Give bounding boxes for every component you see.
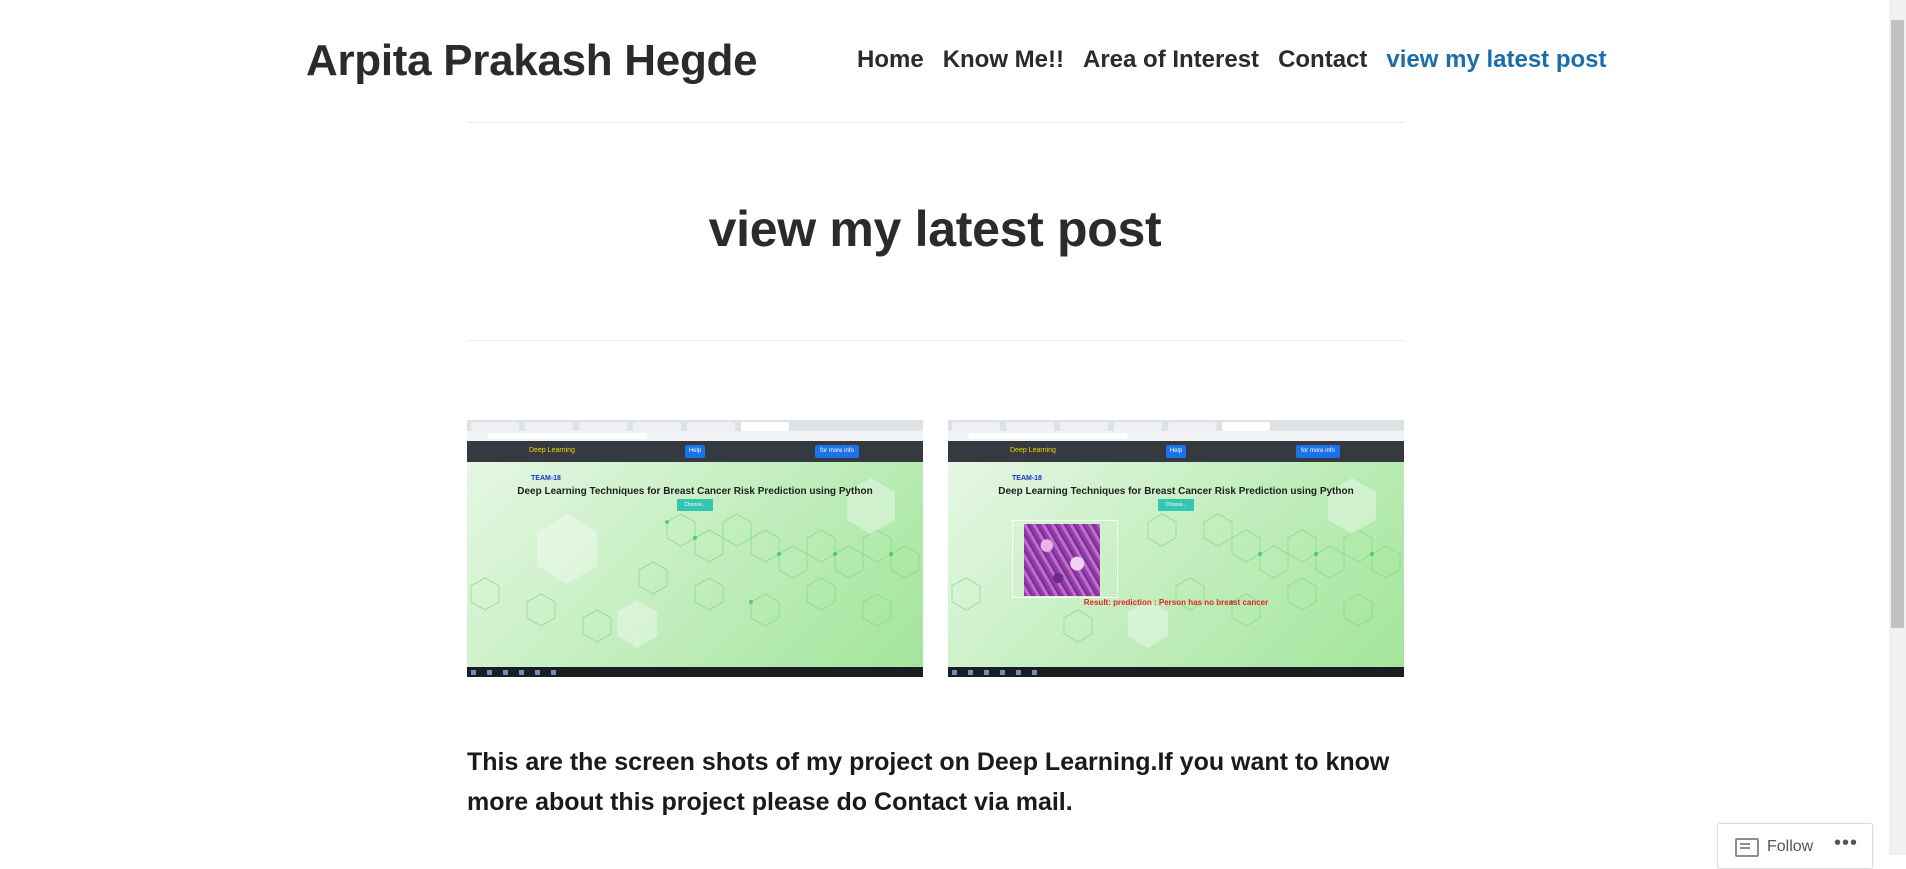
more-info-button: for more info bbox=[815, 445, 859, 458]
more-info-button: for more info bbox=[1296, 445, 1340, 458]
team-label: TEAM-18 bbox=[1012, 475, 1042, 482]
nav-item-latest-post[interactable]: view my latest post bbox=[1386, 46, 1606, 74]
follow-button-label[interactable]: Follow bbox=[1767, 838, 1813, 856]
app-brand: Deep Learning bbox=[1010, 447, 1056, 454]
app-brand: Deep Learning bbox=[529, 447, 575, 454]
gallery-image-1[interactable]: Deep Learning Help for more info TEAM-18… bbox=[467, 420, 923, 677]
nav-item-area-of-interest[interactable]: Area of Interest bbox=[1083, 46, 1259, 74]
page-title: view my latest post bbox=[708, 201, 1162, 257]
choose-file-button: Choose... bbox=[677, 499, 713, 511]
app-body: TEAM-18 Deep Learning Techniques for Bre… bbox=[948, 462, 1404, 667]
help-button: Help bbox=[1166, 445, 1186, 458]
nav-item-know-me[interactable]: Know Me!! bbox=[943, 46, 1064, 74]
more-options-icon[interactable]: ••• bbox=[1834, 832, 1858, 855]
os-taskbar bbox=[948, 667, 1404, 677]
reader-icon bbox=[1735, 838, 1759, 857]
help-button: Help bbox=[685, 445, 705, 458]
prediction-result: Result: prediction : Person has no breas… bbox=[1083, 598, 1269, 607]
app-body: TEAM-18 Deep Learning Techniques for Bre… bbox=[467, 462, 923, 667]
header-divider bbox=[467, 122, 1405, 123]
site-title[interactable]: Arpita Prakash Hegde bbox=[306, 36, 758, 86]
post-description: This are the screen shots of my project … bbox=[467, 748, 1390, 816]
gallery-image-2[interactable]: Deep Learning Help for more info TEAM-18… bbox=[948, 420, 1404, 677]
histology-image bbox=[1024, 524, 1100, 596]
choose-file-button: Choose... bbox=[1158, 499, 1194, 511]
follow-widget[interactable]: Follow ••• bbox=[1717, 823, 1873, 869]
primary-nav: Home Know Me!! Area of Interest Contact … bbox=[857, 46, 1606, 74]
nav-item-home[interactable]: Home bbox=[857, 46, 924, 74]
app-navbar: Deep Learning Help for more info bbox=[948, 441, 1404, 462]
browser-tabs bbox=[948, 420, 1404, 441]
browser-tabs bbox=[467, 420, 923, 441]
page-scrollbar[interactable] bbox=[1889, 0, 1906, 855]
os-taskbar bbox=[467, 667, 923, 677]
team-label: TEAM-18 bbox=[531, 475, 561, 482]
app-navbar: Deep Learning Help for more info bbox=[467, 441, 923, 462]
project-title: Deep Learning Techniques for Breast Canc… bbox=[998, 486, 1354, 497]
scrollbar-thumb[interactable] bbox=[1891, 20, 1904, 628]
nav-item-contact[interactable]: Contact bbox=[1278, 46, 1367, 74]
title-divider bbox=[467, 340, 1405, 341]
project-title: Deep Learning Techniques for Breast Canc… bbox=[517, 486, 873, 497]
